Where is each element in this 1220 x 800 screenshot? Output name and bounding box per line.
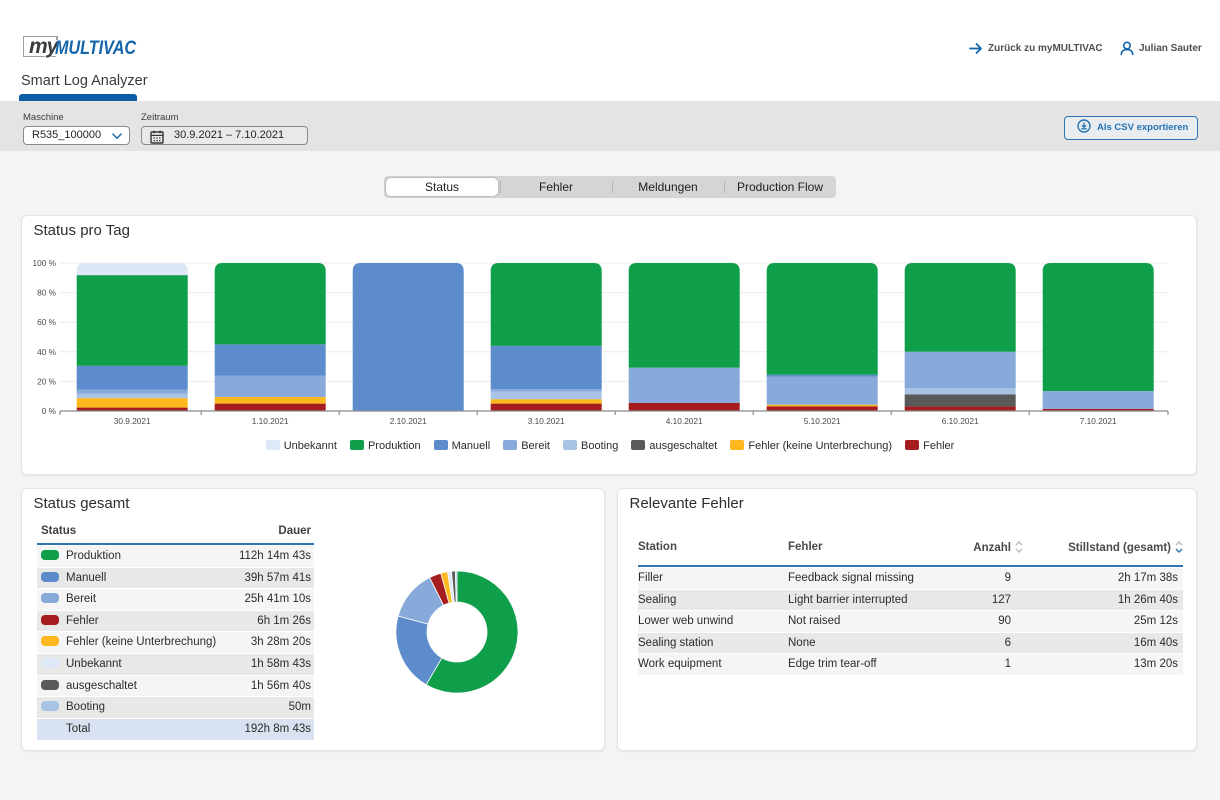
svg-text:0 %: 0 %	[42, 406, 57, 416]
svg-text:30.9.2021: 30.9.2021	[114, 416, 151, 426]
svg-text:7.10.2021: 7.10.2021	[1080, 416, 1117, 426]
svg-text:4.10.2021: 4.10.2021	[666, 416, 703, 426]
svg-text:2.10.2021: 2.10.2021	[390, 416, 427, 426]
svg-text:1.10.2021: 1.10.2021	[252, 416, 289, 426]
svg-text:6.10.2021: 6.10.2021	[942, 416, 979, 426]
svg-text:20 %: 20 %	[37, 376, 57, 386]
svg-text:100 %: 100 %	[32, 258, 56, 268]
svg-text:3.10.2021: 3.10.2021	[528, 416, 565, 426]
svg-text:5.10.2021: 5.10.2021	[804, 416, 841, 426]
svg-text:40 %: 40 %	[37, 347, 57, 357]
svg-text:80 %: 80 %	[37, 288, 57, 298]
svg-text:60 %: 60 %	[37, 317, 57, 327]
